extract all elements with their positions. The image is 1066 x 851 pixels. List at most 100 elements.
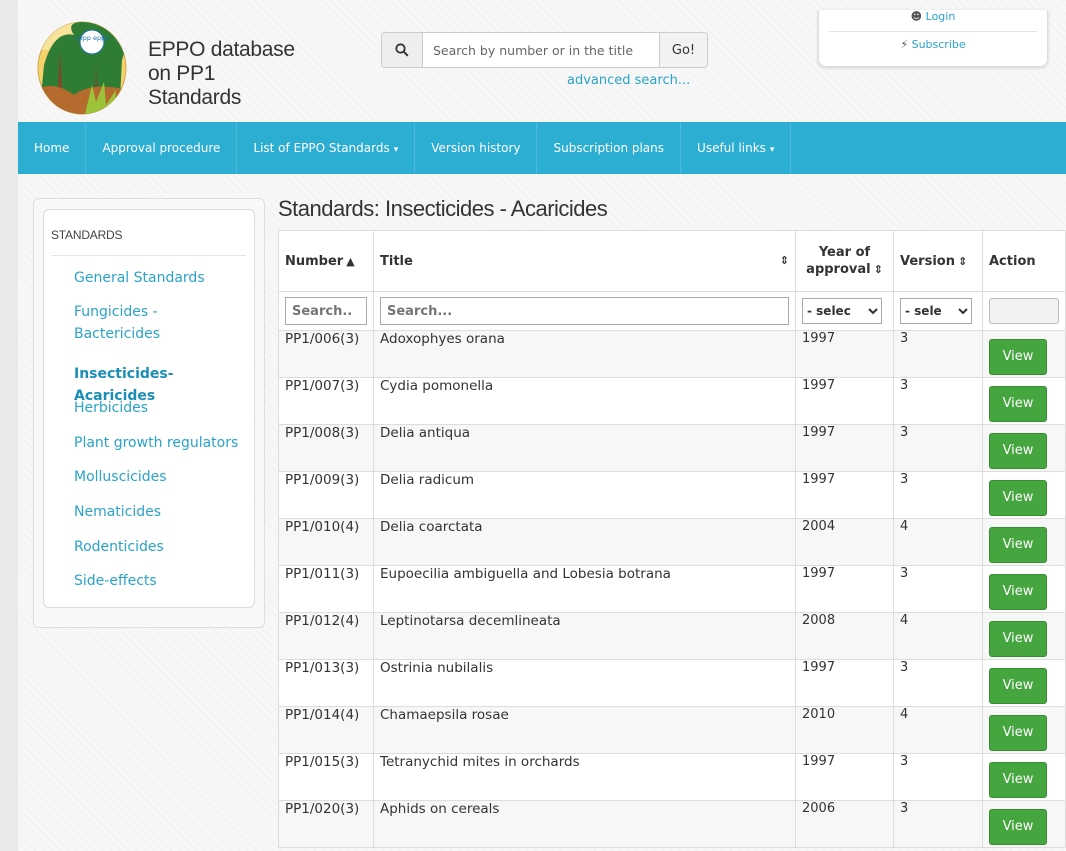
cell-version: 3 (893, 330, 983, 378)
cell-number: PP1/013(3) (278, 659, 374, 707)
cell-title: Chamaepsila rosae (373, 706, 796, 754)
number-filter-input[interactable] (285, 297, 367, 325)
site-header: oepp eppo EPPO database on PP1 Standards… (18, 0, 1066, 120)
sidebar-item-herbicides[interactable]: Herbicides (74, 397, 254, 419)
view-button[interactable]: View (989, 715, 1047, 751)
sidebar-item-rodenticides[interactable]: Rodenticides (74, 536, 254, 558)
cell-title: Tetranychid mites in orchards (373, 753, 796, 801)
nav-subscription-plans[interactable]: Subscription plans (537, 122, 682, 174)
cell-number: PP1/007(3) (278, 377, 374, 425)
cell-number: PP1/012(4) (278, 612, 374, 660)
column-header-title[interactable]: Title ⇕ (373, 230, 796, 292)
cell-version: 3 (893, 800, 983, 848)
cell-year: 1997 (795, 659, 894, 707)
page: oepp eppo EPPO database on PP1 Standards… (18, 0, 1066, 851)
table-row: PP1/015(3) Tetranychid mites in orchards 1… (278, 753, 1066, 801)
divider (829, 31, 1037, 32)
cell-year: 2008 (795, 612, 894, 660)
go-button[interactable]: Go! (659, 33, 707, 67)
sidebar-item-general-standards[interactable]: General Standards (74, 267, 254, 289)
view-button[interactable]: View (989, 527, 1047, 563)
view-button[interactable]: View (989, 809, 1047, 845)
sort-icon: ⇕ (779, 253, 789, 267)
cell-version: 4 (893, 518, 983, 566)
column-header-number[interactable]: Number ▲ (278, 230, 374, 292)
sidebar-item-fungicides-bactericides[interactable]: Fungicides - Bactericides (74, 301, 194, 345)
view-button[interactable]: View (989, 762, 1047, 798)
view-button[interactable]: View (989, 386, 1047, 422)
cell-year: 1997 (795, 753, 894, 801)
view-button[interactable]: View (989, 574, 1047, 610)
column-header-version[interactable]: Version ⇕ (893, 230, 983, 292)
sort-icon: ⇕ (957, 254, 968, 268)
cell-title: Leptinotarsa decemlineata (373, 612, 796, 660)
caret-down-icon: ▾ (769, 145, 775, 155)
nav-list-of-eppo-standards[interactable]: List of EPPO Standards ▾ (237, 122, 416, 174)
cell-title: Eupoecilia ambiguella and Lobesia botran… (373, 565, 796, 613)
site-title[interactable]: EPPO database on PP1 Standards (148, 38, 308, 110)
view-button[interactable]: View (989, 668, 1047, 704)
search-group: Go! (381, 32, 708, 68)
sidebar-item-side-effects[interactable]: Side-effects (74, 570, 254, 592)
login-link[interactable]: ☻ Login (819, 10, 1047, 23)
column-header-year[interactable]: Year of approval ⇕ (795, 230, 894, 292)
eppo-logo[interactable]: oepp eppo (34, 10, 134, 118)
subscribe-label: Subscribe (911, 38, 966, 51)
nav-approval-procedure[interactable]: Approval procedure (86, 122, 238, 174)
sidebar: STANDARDS General Standards Fungicides -… (43, 209, 255, 608)
cell-year: 1997 (795, 377, 894, 425)
cell-version: 3 (893, 471, 983, 519)
cell-year: 2006 (795, 800, 894, 848)
nav-home[interactable]: Home (18, 122, 87, 174)
view-button[interactable]: View (989, 433, 1047, 469)
table-row: PP1/013(3) Ostrinia nubilalis 1997 3 View (278, 659, 1066, 707)
cell-number: PP1/006(3) (278, 330, 374, 378)
cell-title: Delia antiqua (373, 424, 796, 472)
cell-year: 1997 (795, 471, 894, 519)
cell-version: 3 (893, 659, 983, 707)
cell-number: PP1/020(3) (278, 800, 374, 848)
sidebar-item-molluscicides[interactable]: Molluscicides (74, 466, 254, 488)
cell-year: 1997 (795, 565, 894, 613)
cell-title: Aphids on cereals (373, 800, 796, 848)
cell-year: 1997 (795, 424, 894, 472)
cell-title: Delia coarctata (373, 518, 796, 566)
sidebar-container: STANDARDS General Standards Fungicides -… (33, 198, 265, 628)
table-row: PP1/012(4) Leptinotarsa decemlineata 2008 4… (278, 612, 1066, 660)
table-row: PP1/011(3) Eupoecilia ambiguella and Lobe… (278, 565, 1066, 613)
cell-title: Delia radicum (373, 471, 796, 519)
caret-down-icon: ▾ (393, 145, 399, 155)
sidebar-heading: STANDARDS (51, 228, 123, 242)
sort-ascending-icon: ▲ (346, 254, 355, 268)
subscribe-link[interactable]: ⚡ Subscribe (819, 38, 1047, 51)
cell-number: PP1/008(3) (278, 424, 374, 472)
view-button[interactable]: View (989, 621, 1047, 657)
action-filter-placeholder (989, 298, 1059, 324)
login-label: Login (925, 10, 956, 23)
version-filter-select[interactable]: - sele (900, 298, 972, 324)
year-filter-select[interactable]: - selec (802, 298, 882, 324)
sort-icon: ⇕ (873, 263, 883, 276)
cell-number: PP1/014(4) (278, 706, 374, 754)
advanced-search-link[interactable]: advanced search... (567, 73, 690, 88)
sidebar-item-plant-growth-regulators[interactable]: Plant growth regulators (74, 432, 254, 454)
search-input[interactable] (423, 33, 659, 67)
main-navbar: Home Approval procedure List of EPPO Sta… (18, 122, 1066, 174)
cell-version: 3 (893, 377, 983, 425)
table-row: PP1/008(3) Delia antiqua 1997 3 View (278, 424, 1066, 472)
cell-number: PP1/015(3) (278, 753, 374, 801)
nav-useful-links[interactable]: Useful links ▾ (681, 122, 792, 174)
title-filter-input[interactable] (380, 297, 789, 325)
bolt-icon: ⚡ (900, 38, 909, 51)
cell-version: 3 (893, 424, 983, 472)
cell-title: Ostrinia nubilalis (373, 659, 796, 707)
view-button[interactable]: View (989, 339, 1047, 375)
sidebar-item-nematicides[interactable]: Nematicides (74, 501, 254, 523)
user-icon: ☻ (910, 10, 923, 23)
nav-version-history[interactable]: Version history (415, 122, 538, 174)
cell-year: 2004 (795, 518, 894, 566)
view-button[interactable]: View (989, 480, 1047, 516)
table-header-row: Number ▲ Title ⇕ Year of approval ⇕ Version… (278, 230, 1066, 292)
search-icon (382, 33, 423, 67)
cell-version: 3 (893, 565, 983, 613)
